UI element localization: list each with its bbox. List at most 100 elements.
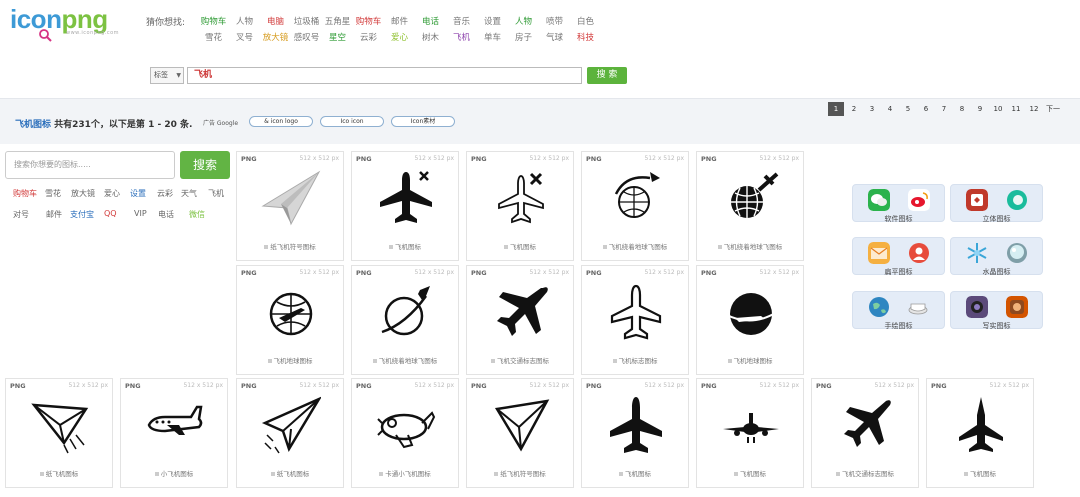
small-airplane-icon[interactable] [145,395,205,455]
sidebar-tag[interactable]: 电话 [158,209,174,220]
page-link[interactable]: 11 [1008,102,1024,116]
category-tile[interactable]: 立体图标 [950,184,1043,223]
cartoon-airplane-icon[interactable] [376,395,436,455]
airplane-diagonal-icon[interactable] [836,395,896,455]
ad-link[interactable]: Icon素材 [391,116,455,127]
suggest-tag[interactable]: 单车 [477,31,508,43]
sidebar-tag[interactable]: 雪花 [45,188,61,199]
sidebar-tag[interactable]: 购物车 [13,188,37,199]
suggest-tag[interactable]: 购物车 [353,15,384,27]
suggest-tag[interactable]: 科技 [570,31,601,43]
icon-caption[interactable]: 飞机绕着地球飞图标 [352,355,458,365]
suggest-tag[interactable]: 五角星 [322,15,353,27]
search-input[interactable]: 飞机 [187,67,582,84]
suggest-tag[interactable]: 邮件 [384,15,415,27]
icon-caption[interactable]: 飞机图标 [467,241,573,251]
icon-card[interactable]: PNG 512 x 512 px 纸飞机符号图标 [466,378,574,488]
suggest-tag[interactable]: 购物车 [198,15,229,27]
icon-card[interactable]: PNG 512 x 512 px 飞机地球图标 [696,265,804,375]
airplane-outline-x-icon[interactable] [491,168,551,228]
suggest-tag[interactable]: 电脑 [260,15,291,27]
page-link[interactable]: 9 [972,102,988,116]
icon-card[interactable]: PNG 512 x 512 px 飞机绕着地球飞图标 [351,265,459,375]
suggest-tag[interactable]: 放大镜 [260,31,291,43]
airplane-top-icon[interactable] [606,395,666,455]
suggest-tag[interactable]: 人物 [508,15,539,27]
icon-caption[interactable]: 飞机标志图标 [582,355,688,365]
suggest-tag[interactable]: 电话 [415,15,446,27]
globe-plane-orbit-icon[interactable] [606,168,666,228]
page-link[interactable]: 10 [990,102,1006,116]
sidebar-search-input[interactable]: 搜索你想要的图标..... [5,151,175,179]
globe-solid-plane-icon[interactable] [721,282,781,342]
icon-card[interactable]: PNG 512 x 512 px 飞机图标 [351,151,459,261]
page-link[interactable]: 1 [828,102,844,116]
icon-card[interactable]: PNG 512 x 512 px 飞机绕着地球飞图标 [581,151,689,261]
sidebar-tag[interactable]: 天气 [181,188,197,199]
icon-caption[interactable]: 纸飞机图标 [237,468,343,478]
page-link[interactable]: 5 [900,102,916,116]
next-page-link[interactable]: 下一 [1044,102,1062,116]
suggest-tag[interactable]: 树木 [415,31,446,43]
icon-caption[interactable]: 飞机图标 [352,241,458,251]
suggest-tag[interactable]: 云彩 [353,31,384,43]
suggest-tag[interactable]: 设置 [477,15,508,27]
airplane-outline-icon[interactable] [606,282,666,342]
suggest-tag[interactable]: 星空 [322,31,353,43]
sidebar-tag[interactable]: 邮件 [46,209,62,220]
page-link[interactable]: 4 [882,102,898,116]
paper-plane-hand-icon[interactable] [261,395,321,455]
icon-caption[interactable]: 飞机图标 [582,468,688,478]
search-type-select[interactable]: 标签 ▼ [150,67,184,84]
suggest-tag[interactable]: 人物 [229,15,260,27]
ad-link[interactable]: & icon logo [249,116,313,127]
icon-card[interactable]: PNG 512 x 512 px 飞机标志图标 [581,265,689,375]
icon-caption[interactable]: 飞机地球图标 [237,355,343,365]
sidebar-tag[interactable]: QQ [104,209,117,218]
icon-caption[interactable]: 飞机图标 [697,468,803,478]
category-tile[interactable]: 写实图标 [950,291,1043,330]
icon-card[interactable]: PNG 512 x 512 px 飞机图标 [926,378,1034,488]
page-link[interactable]: 2 [846,102,862,116]
icon-caption[interactable]: 飞机绕着地球飞图标 [697,241,803,251]
icon-caption[interactable]: 小飞机图标 [121,468,227,478]
suggest-tag[interactable]: 白色 [570,15,601,27]
suggest-tag[interactable]: 感叹号 [291,31,322,43]
globe-plane-bold-icon[interactable] [721,168,781,228]
icon-card[interactable]: PNG 512 x 512 px 飞机交通标志图标 [466,265,574,375]
sidebar-tag[interactable]: 飞机 [208,188,224,199]
airplane-x-icon[interactable] [376,168,436,228]
page-link[interactable]: 7 [936,102,952,116]
sidebar-search-button[interactable]: 搜索 [180,151,230,179]
paper-plane-outline-icon[interactable] [491,395,551,455]
icon-caption[interactable]: 飞机交通标志图标 [467,355,573,365]
icon-caption[interactable]: 飞机交通标志图标 [812,468,918,478]
suggest-tag[interactable]: 气球 [539,31,570,43]
icon-card[interactable]: PNG 512 x 512 px 卡通小飞机图标 [351,378,459,488]
suggest-tag[interactable]: 房子 [508,31,539,43]
icon-caption[interactable]: 卡通小飞机图标 [352,468,458,478]
icon-card[interactable]: PNG 512 x 512 px 飞机图标 [581,378,689,488]
icon-card[interactable]: PNG 512 x 512 px 飞机交通标志图标 [811,378,919,488]
icon-caption[interactable]: 飞机地球图标 [697,355,803,365]
ad-link[interactable]: Ico icon [320,116,384,127]
sidebar-tag[interactable]: 放大镜 [71,188,95,199]
suggest-tag[interactable]: 飞机 [446,31,477,43]
sidebar-tag[interactable]: 对号 [13,209,29,220]
sidebar-tag[interactable]: VIP [134,209,147,218]
icon-caption[interactable]: 飞机图标 [927,468,1033,478]
icon-card[interactable]: PNG 512 x 512 px 飞机图标 [466,151,574,261]
airplane-solid-icon[interactable] [491,282,551,342]
page-link[interactable]: 6 [918,102,934,116]
suggest-tag[interactable]: 垃圾桶 [291,15,322,27]
suggest-tag[interactable]: 喷带 [539,15,570,27]
suggest-tag[interactable]: 叉号 [229,31,260,43]
planet-plane-icon[interactable] [376,282,436,342]
sidebar-tag[interactable]: 设置 [130,188,146,199]
sidebar-tag[interactable]: 微信 [189,209,205,220]
category-tile[interactable]: 扁平图标 [852,237,945,276]
globe-plane-icon[interactable] [261,282,321,342]
category-tile[interactable]: 手绘图标 [852,291,945,330]
paper-plane-sketch-icon[interactable] [30,395,90,455]
suggest-tag[interactable]: 音乐 [446,15,477,27]
